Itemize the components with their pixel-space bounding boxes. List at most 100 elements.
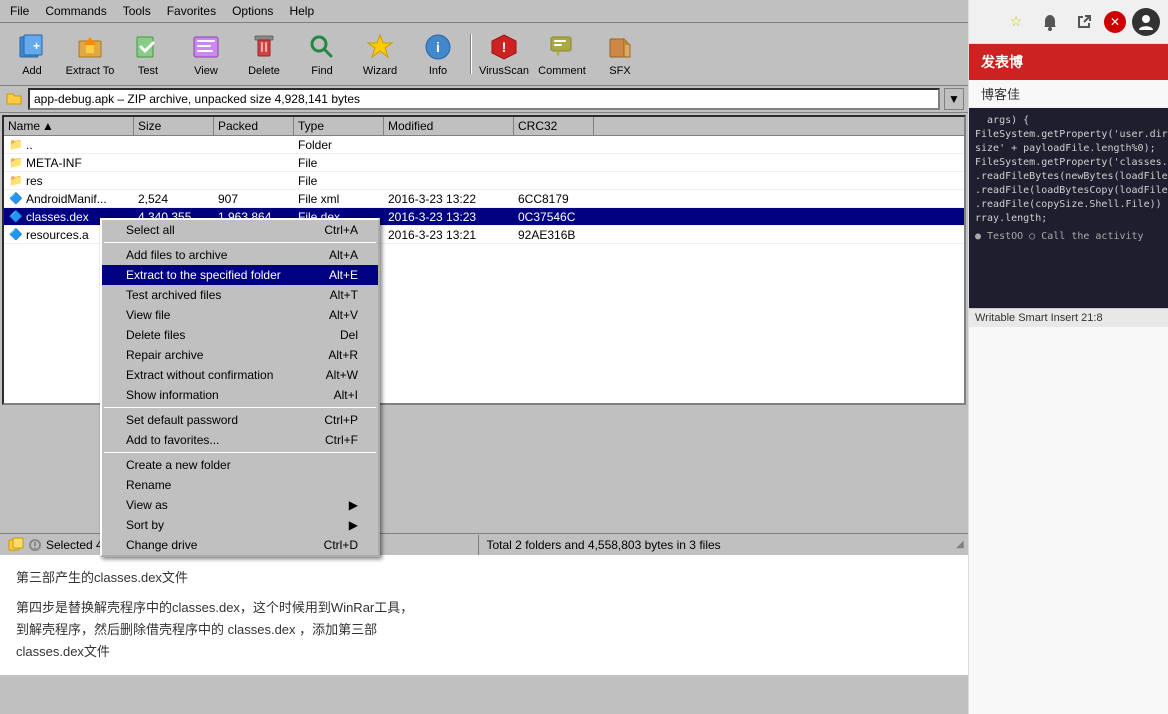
- ctx-menu-item[interactable]: Change drive Ctrl+D: [102, 535, 378, 555]
- find-icon: [306, 31, 338, 63]
- ctx-menu-item[interactable]: Add files to archive Alt+A: [102, 245, 378, 265]
- ctx-menu-item[interactable]: Create a new folder: [102, 455, 378, 475]
- file-modified: 2016-3-23 13:21: [384, 227, 514, 243]
- file-modified: 2016-3-23 13:23: [384, 209, 514, 225]
- menu-help[interactable]: Help: [283, 2, 320, 20]
- ctx-item-label: Extract to the specified folder: [126, 268, 281, 282]
- ctx-item-label: Set default password: [126, 413, 238, 427]
- wizard-icon: [364, 31, 396, 63]
- toolbar-view[interactable]: View: [178, 27, 234, 81]
- ctx-menu-item[interactable]: View as ▶: [102, 495, 378, 515]
- toolbar-sfx[interactable]: SFX: [592, 27, 648, 81]
- ctx-menu-item[interactable]: Select all Ctrl+A: [102, 220, 378, 240]
- file-list-header: Name ▲ Size Packed Type Modified CRC32: [4, 117, 964, 136]
- file-crc32: [514, 144, 594, 146]
- menu-options[interactable]: Options: [226, 2, 279, 20]
- menu-favorites[interactable]: Favorites: [161, 2, 222, 20]
- file-name: classes.dex: [26, 210, 89, 224]
- delete-icon: [248, 31, 280, 63]
- address-input[interactable]: [28, 88, 940, 110]
- file-icon: 🔷: [8, 209, 24, 225]
- comment-icon: [546, 31, 578, 63]
- ctx-item-label: Show information: [126, 388, 219, 402]
- ctx-item-shortcut: ▶: [349, 498, 358, 512]
- code-line: args) {: [975, 114, 1162, 128]
- virusscan-icon: !: [488, 31, 520, 63]
- ctx-menu-item[interactable]: Delete files Del: [102, 325, 378, 345]
- table-row[interactable]: 📁 res File: [4, 172, 964, 190]
- toolbar-comment[interactable]: Comment: [534, 27, 590, 81]
- code-line: .readFile(loadBytesCopy(loadFile));// 记解…: [975, 184, 1162, 198]
- ctx-item-shortcut: Alt+A: [329, 248, 358, 262]
- address-bar: ▼: [0, 86, 968, 113]
- close-icon[interactable]: ✕: [1104, 11, 1126, 33]
- menu-commands[interactable]: Commands: [39, 2, 112, 20]
- test-label: Test: [138, 65, 158, 77]
- file-modified: [384, 180, 514, 182]
- ctx-separator: [104, 407, 376, 408]
- toolbar-info[interactable]: i Info: [410, 27, 466, 81]
- file-size: 2,524: [134, 191, 214, 207]
- menu-tools[interactable]: Tools: [117, 2, 157, 20]
- toolbar-delete[interactable]: Delete: [236, 27, 292, 81]
- ctx-menu-item[interactable]: Repair archive Alt+R: [102, 345, 378, 365]
- toolbar-test[interactable]: Test: [120, 27, 176, 81]
- bottom-line2: 第四步是替换解壳程序中的classes.dex，这个时候用到WinRar工具，: [16, 597, 952, 619]
- code-area: args) {FileSystem.getProperty('user.dir'…: [969, 108, 1168, 308]
- sfx-label: SFX: [609, 65, 630, 77]
- table-row[interactable]: 🔷 AndroidManif... 2,524 907 File xml 201…: [4, 190, 964, 208]
- col-header-crc32[interactable]: CRC32: [514, 117, 594, 135]
- ctx-menu-item[interactable]: Rename: [102, 475, 378, 495]
- extract-label: Extract To: [66, 65, 115, 77]
- address-dropdown[interactable]: ▼: [944, 88, 964, 110]
- bottom-line4: classes.dex文件: [16, 641, 952, 663]
- status-right-text: Total 2 folders and 4,558,803 bytes in 3…: [479, 536, 957, 554]
- ctx-item-shortcut: Ctrl+A: [324, 223, 358, 237]
- delete-label: Delete: [248, 65, 280, 77]
- file-type: File xml: [294, 191, 384, 207]
- ctx-menu-item[interactable]: Add to favorites... Ctrl+F: [102, 430, 378, 450]
- toolbar-virusscan[interactable]: ! VirusScan: [476, 27, 532, 81]
- ctx-item-label: Sort by: [126, 518, 164, 532]
- toolbar-find[interactable]: Find: [294, 27, 350, 81]
- ctx-item-label: Create a new folder: [126, 458, 231, 472]
- col-header-modified[interactable]: Modified: [384, 117, 514, 135]
- user-avatar[interactable]: [1132, 8, 1160, 36]
- folder-nav-icon[interactable]: [4, 89, 24, 109]
- toolbar-add[interactable]: + Add: [4, 27, 60, 81]
- file-name: AndroidManif...: [26, 192, 107, 206]
- ctx-menu-item[interactable]: Extract to the specified folder Alt+E: [102, 265, 378, 285]
- ctx-item-shortcut: Ctrl+F: [325, 433, 358, 447]
- toolbar-extract[interactable]: Extract To: [62, 27, 118, 81]
- sfx-icon: [604, 31, 636, 63]
- blogger-label: 博客佳: [969, 80, 1168, 108]
- ctx-menu-item[interactable]: Set default password Ctrl+P: [102, 410, 378, 430]
- ctx-menu-item[interactable]: Test archived files Alt+T: [102, 285, 378, 305]
- col-header-name[interactable]: Name ▲: [4, 117, 134, 135]
- ctx-menu-item[interactable]: Sort by ▶: [102, 515, 378, 535]
- file-packed: 907: [214, 191, 294, 207]
- ctx-separator: [104, 452, 376, 453]
- external-link-icon[interactable]: [1070, 8, 1098, 36]
- ctx-item-label: Add files to archive: [126, 248, 227, 262]
- bottom-line3: 到解壳程序，然后删除借壳程序中的 classes.dex ，添加第三部: [16, 619, 952, 641]
- ctx-menu-item[interactable]: View file Alt+V: [102, 305, 378, 325]
- table-row[interactable]: 📁 .. Folder: [4, 136, 964, 154]
- code-line: FileSystem.getProperty('user.dir') + '/e…: [975, 128, 1162, 142]
- file-crc32: [514, 162, 594, 164]
- ctx-menu-item[interactable]: Show information Alt+I: [102, 385, 378, 405]
- ctx-separator: [104, 242, 376, 243]
- resize-handle[interactable]: ◢: [956, 539, 968, 551]
- notification-icon[interactable]: [1036, 8, 1064, 36]
- star-icon[interactable]: ☆: [1002, 8, 1030, 36]
- find-label: Find: [311, 65, 332, 77]
- col-header-size[interactable]: Size: [134, 117, 214, 135]
- col-header-packed[interactable]: Packed: [214, 117, 294, 135]
- ctx-menu-item[interactable]: Extract without confirmation Alt+W: [102, 365, 378, 385]
- menu-file[interactable]: File: [4, 2, 35, 20]
- col-header-type[interactable]: Type: [294, 117, 384, 135]
- table-row[interactable]: 📁 META-INF File: [4, 154, 964, 172]
- file-size: [134, 180, 214, 182]
- post-button[interactable]: 发表博: [969, 44, 1168, 80]
- toolbar-wizard[interactable]: Wizard: [352, 27, 408, 81]
